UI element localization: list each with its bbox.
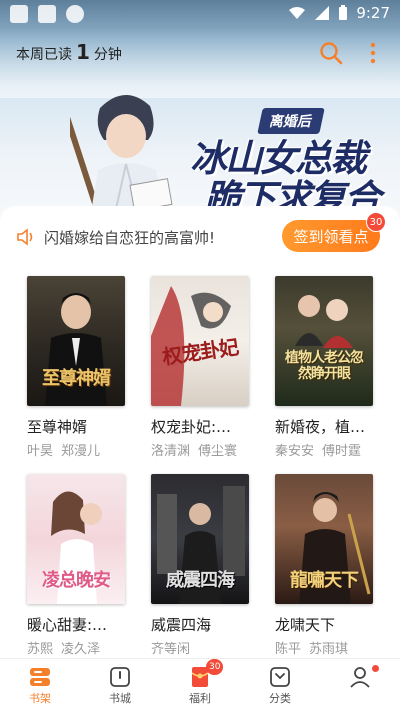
tab-profile[interactable]: [320, 659, 400, 711]
book-title: 龙啸天下: [275, 616, 336, 634]
book-card[interactable]: 植物人老公忽然睁开眼 新婚夜，植… 秦安安 傅时霆: [275, 276, 373, 459]
notification-icon: [10, 5, 28, 23]
bookshelf-icon: [30, 668, 50, 686]
book-card[interactable]: 威震四海 威震四海 齐等闲: [151, 474, 249, 657]
book-title: 威震四海: [151, 616, 212, 634]
book-authors: 苏熙 凌久泽: [27, 638, 125, 657]
tab-bookshelf[interactable]: 书架: [0, 659, 80, 711]
speaker-icon: [17, 228, 33, 246]
status-bar: 9:27: [0, 0, 400, 28]
book-authors: 洛清渊 傅尘寰: [151, 440, 249, 459]
book-authors: 秦安安 傅时霆: [275, 440, 373, 459]
main-panel: 闪婚嫁给自恋狂的高富帅! 签到领看点 30 至尊神婿 至尊神婿 叶昊 郑漫儿 权…: [0, 206, 400, 658]
bottom-tab-bar: 书架 书城 30 福利 分类: [0, 658, 400, 711]
book-authors: 陈平 苏雨琪: [275, 638, 373, 657]
notice-text: 闪婚嫁给自恋狂的高富帅!: [44, 228, 216, 247]
more-menu-icon[interactable]: [366, 40, 380, 66]
read-suffix: 分钟: [93, 47, 122, 63]
book-author: 傅尘寰: [198, 444, 238, 459]
book-author: 叶昊: [27, 444, 54, 459]
tab-badge: 30: [206, 659, 224, 675]
book-cover[interactable]: 凌总晚安: [27, 474, 125, 604]
tab-label: 分类: [269, 692, 291, 705]
book-card[interactable]: 至尊神婿 至尊神婿 叶昊 郑漫儿: [27, 276, 125, 459]
category-icon: [270, 667, 290, 687]
book-title: 权宠卦妃:…: [151, 418, 232, 436]
book-author: 洛清渊: [151, 444, 191, 459]
book-cover[interactable]: 威震四海: [151, 474, 249, 604]
tab-label: 书城: [109, 692, 131, 705]
signin-label: 签到领看点: [293, 227, 369, 246]
shield-icon: [66, 5, 84, 23]
book-cover-title: 植物人老公忽然睁开眼: [285, 350, 364, 382]
battery-icon: [339, 5, 348, 20]
book-card[interactable]: 凌总晚安 暖心甜妻:… 苏熙 凌久泽: [27, 474, 125, 657]
book-card[interactable]: 权宠卦妃 权宠卦妃:… 洛清渊 傅尘寰: [151, 276, 249, 459]
book-author: 苏雨琪: [309, 642, 349, 657]
tab-label: 书架: [29, 692, 51, 705]
book-authors: 齐等闲: [151, 638, 249, 657]
book-author: 郑漫儿: [61, 444, 101, 459]
book-title: 暖心甜妻:…: [27, 616, 108, 634]
search-icon[interactable]: [318, 40, 344, 66]
notice-bar[interactable]: 闪婚嫁给自恋狂的高富帅!: [16, 222, 215, 252]
book-author: 苏熙: [27, 642, 54, 657]
book-cover[interactable]: 至尊神婿: [27, 276, 125, 406]
banner-title: 离婚后 冰山女总裁 跪下求复合: [190, 108, 390, 220]
tab-welfare[interactable]: 30 福利: [160, 659, 240, 711]
book-title: 新婚夜，植…: [275, 418, 366, 436]
signin-button[interactable]: 签到领看点 30: [282, 212, 386, 252]
wifi-icon: [289, 7, 306, 19]
signin-badge: 30: [366, 212, 386, 232]
book-cover-title: 龍嘯天下: [290, 570, 359, 591]
read-minutes: 1: [76, 40, 90, 64]
book-card[interactable]: 龍嘯天下 龙啸天下 陈平 苏雨琪: [275, 474, 373, 657]
tab-category[interactable]: 分类: [240, 659, 320, 711]
tab-bookstore[interactable]: 书城: [80, 659, 160, 711]
book-author: 齐等闲: [151, 642, 191, 657]
weekly-reading-time: 本周已读 1 分钟: [16, 40, 122, 64]
gallery-icon: [38, 5, 56, 23]
banner-character-illustration: [70, 90, 173, 218]
book-author: 陈平: [275, 642, 302, 657]
read-prefix: 本周已读: [16, 47, 72, 63]
tab-label: 福利: [189, 692, 211, 705]
book-cover-title: 凌总晚安: [42, 570, 111, 591]
book-author: 凌久泽: [61, 642, 101, 657]
book-authors: 叶昊 郑漫儿: [27, 440, 125, 459]
book-author: 秦安安: [275, 444, 315, 459]
book-cover-title: 至尊神婿: [42, 368, 111, 389]
profile-icon: [350, 667, 370, 688]
book-cover[interactable]: 权宠卦妃: [151, 276, 249, 406]
book-title: 至尊神婿: [27, 418, 88, 436]
book-cover-title: 威震四海: [166, 570, 235, 591]
bookstore-icon: [110, 667, 130, 687]
book-author: 傅时霆: [322, 444, 362, 459]
book-cover[interactable]: 龍嘯天下: [275, 474, 373, 604]
signal-icon: [315, 6, 330, 20]
notification-dot: [372, 665, 379, 672]
clock: 9:27: [356, 4, 390, 22]
hero-banner[interactable]: 本周已读 1 分钟 离婚后 冰山女总裁 跪下求复合: [0, 0, 400, 222]
book-cover[interactable]: 植物人老公忽然睁开眼: [275, 276, 373, 406]
